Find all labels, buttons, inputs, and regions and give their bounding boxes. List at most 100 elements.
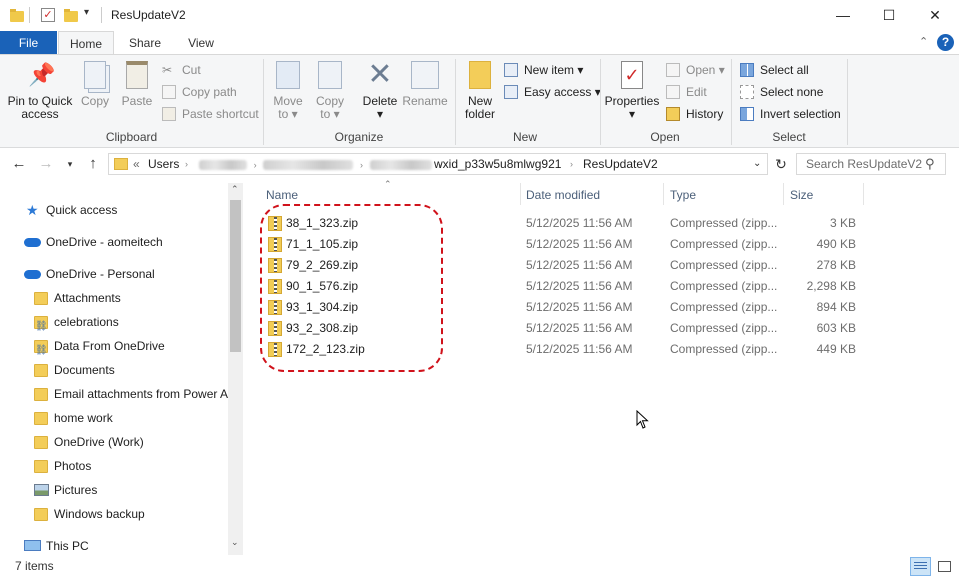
copy-to-icon: [318, 61, 342, 89]
breadcrumb-wxid[interactable]: wxid_p33w5u8mlwg921: [434, 157, 561, 171]
divider: [847, 59, 848, 145]
shortcut-folder-icon: [34, 315, 48, 339]
nav-quick-access-label: Quick access: [46, 203, 118, 217]
rename-button[interactable]: Rename: [402, 61, 448, 108]
title-bar: ✓ ▾ ResUpdateV2 — ☐ ✕: [0, 0, 959, 31]
new-folder-icon: [469, 61, 491, 89]
folder-icon: [34, 292, 48, 305]
easy-access-button[interactable]: Easy access ▾: [504, 83, 601, 101]
search-box[interactable]: Search ResUpdateV2 ⚲: [796, 153, 946, 175]
sort-ascending-chevron-icon: ⌃: [384, 179, 392, 189]
pictures-icon: [34, 484, 49, 496]
back-arrow-icon[interactable]: ←: [9, 154, 29, 174]
refresh-icon[interactable]: ↻: [771, 154, 791, 174]
delete-button[interactable]: ✕ Delete ▾: [360, 58, 400, 121]
tab-home[interactable]: Home: [58, 31, 114, 55]
breadcrumb-overflow[interactable]: «: [133, 157, 140, 171]
details-view-icon[interactable]: [910, 557, 931, 576]
column-header-type[interactable]: Type: [670, 188, 696, 202]
status-bar: 7 items: [0, 555, 959, 578]
folder-icon: [34, 412, 48, 425]
breadcrumb-current[interactable]: ResUpdateV2: [583, 157, 658, 171]
file-size: 490 KB: [816, 237, 856, 251]
column-header-date[interactable]: Date modified: [526, 188, 600, 202]
select-none-button[interactable]: Select none: [740, 83, 823, 101]
minimize-button[interactable]: —: [820, 0, 866, 31]
edit-icon: [666, 85, 680, 99]
properties-button[interactable]: ✓ Properties ▾: [604, 61, 660, 121]
divider: [29, 7, 30, 23]
copy-path-button[interactable]: Copy path: [162, 83, 237, 101]
up-arrow-icon[interactable]: ↑: [83, 154, 103, 174]
delete-x-icon: ✕: [367, 58, 393, 91]
new-folder-button[interactable]: New folder: [460, 61, 500, 121]
scroll-down-chevron-icon[interactable]: ⌄: [231, 537, 239, 548]
folder-icon: [34, 436, 48, 449]
nav-scrollbar-thumb[interactable]: [230, 200, 241, 352]
window-title: ResUpdateV2: [111, 8, 186, 22]
copy-path-icon: [162, 85, 176, 99]
open-button[interactable]: Open ▾: [666, 61, 725, 79]
file-date: 5/12/2025 11:56 AM: [526, 237, 633, 251]
paste-shortcut-icon: [162, 107, 176, 121]
new-folder-icon[interactable]: [64, 9, 78, 22]
mouse-cursor-icon: [636, 410, 649, 429]
divider: [520, 183, 521, 205]
folder-icon: [34, 388, 48, 401]
copy-path-label: Copy path: [182, 85, 237, 99]
pin-to-quick-access-button[interactable]: 📌 Pin to Quick access: [6, 61, 74, 121]
nav-folder-label: Email attachments from Power A: [54, 387, 228, 401]
scroll-up-chevron-icon[interactable]: ⌃: [231, 184, 239, 195]
breadcrumb-users[interactable]: Users: [148, 157, 179, 171]
cut-button[interactable]: ✂ Cut: [162, 61, 201, 79]
easy-access-label: Easy access: [524, 85, 592, 99]
file-date: 5/12/2025 11:56 AM: [526, 300, 633, 314]
breadcrumb-redacted[interactable]: › › ›: [199, 157, 441, 171]
cut-label: Cut: [182, 63, 201, 77]
help-icon[interactable]: ?: [937, 34, 954, 51]
address-history-chevron-icon[interactable]: ⌄: [753, 158, 761, 169]
address-bar[interactable]: « Users › › › › wxid_p33w5u8mlwg921 › Re…: [108, 153, 768, 175]
tab-file[interactable]: File: [0, 31, 57, 55]
nav-folder-label: Pictures: [54, 483, 98, 497]
star-icon: ★: [26, 202, 39, 218]
new-item-button[interactable]: New item ▾: [504, 61, 583, 79]
group-label-select: Select: [772, 130, 806, 144]
properties-check-icon[interactable]: ✓: [41, 8, 55, 22]
history-button[interactable]: History: [666, 105, 723, 123]
customize-qat-chevron-icon[interactable]: ▾: [84, 7, 89, 18]
nav-folder-label: Windows backup: [54, 507, 145, 521]
paste-button[interactable]: Paste: [117, 61, 157, 108]
select-none-label: Select none: [760, 85, 824, 99]
large-icons-view-icon[interactable]: [934, 557, 955, 576]
copy-to-button[interactable]: Copy to ▾: [312, 61, 348, 121]
recent-locations-chevron-icon[interactable]: ▾: [60, 154, 80, 174]
dropdown-chevron-icon: ▾: [577, 63, 584, 77]
paste-label: Paste: [121, 94, 153, 108]
copy-label: Copy: [80, 94, 109, 108]
column-header-name[interactable]: Name: [266, 188, 298, 202]
search-icon[interactable]: ⚲: [925, 156, 935, 172]
collapse-ribbon-chevron-icon[interactable]: ⌃: [919, 35, 928, 48]
file-date: 5/12/2025 11:56 AM: [526, 258, 633, 272]
column-header-size[interactable]: Size: [790, 188, 813, 202]
paste-shortcut-button[interactable]: Paste shortcut: [162, 105, 259, 123]
forward-arrow-icon[interactable]: →: [36, 154, 56, 174]
move-to-button[interactable]: Move to ▾: [270, 61, 306, 121]
file-date: 5/12/2025 11:56 AM: [526, 321, 633, 335]
invert-selection-button[interactable]: Invert selection: [740, 105, 841, 123]
copy-button[interactable]: Copy: [76, 61, 114, 108]
tab-view[interactable]: View: [176, 31, 226, 55]
invert-selection-icon: [740, 107, 754, 121]
new-item-icon: [504, 63, 518, 77]
pin-label-2: access: [21, 107, 59, 121]
file-type: Compressed (zipp...: [670, 237, 778, 251]
select-all-icon: [740, 63, 754, 77]
close-button[interactable]: ✕: [912, 0, 958, 31]
select-all-button[interactable]: Select all: [740, 61, 809, 79]
tab-share[interactable]: Share: [116, 31, 174, 55]
maximize-button[interactable]: ☐: [866, 0, 912, 31]
navigation-pane: ★ Quick access OneDrive - aomeitech OneD…: [0, 180, 244, 555]
search-placeholder: Search ResUpdateV2: [806, 157, 923, 171]
edit-button[interactable]: Edit: [666, 83, 707, 101]
